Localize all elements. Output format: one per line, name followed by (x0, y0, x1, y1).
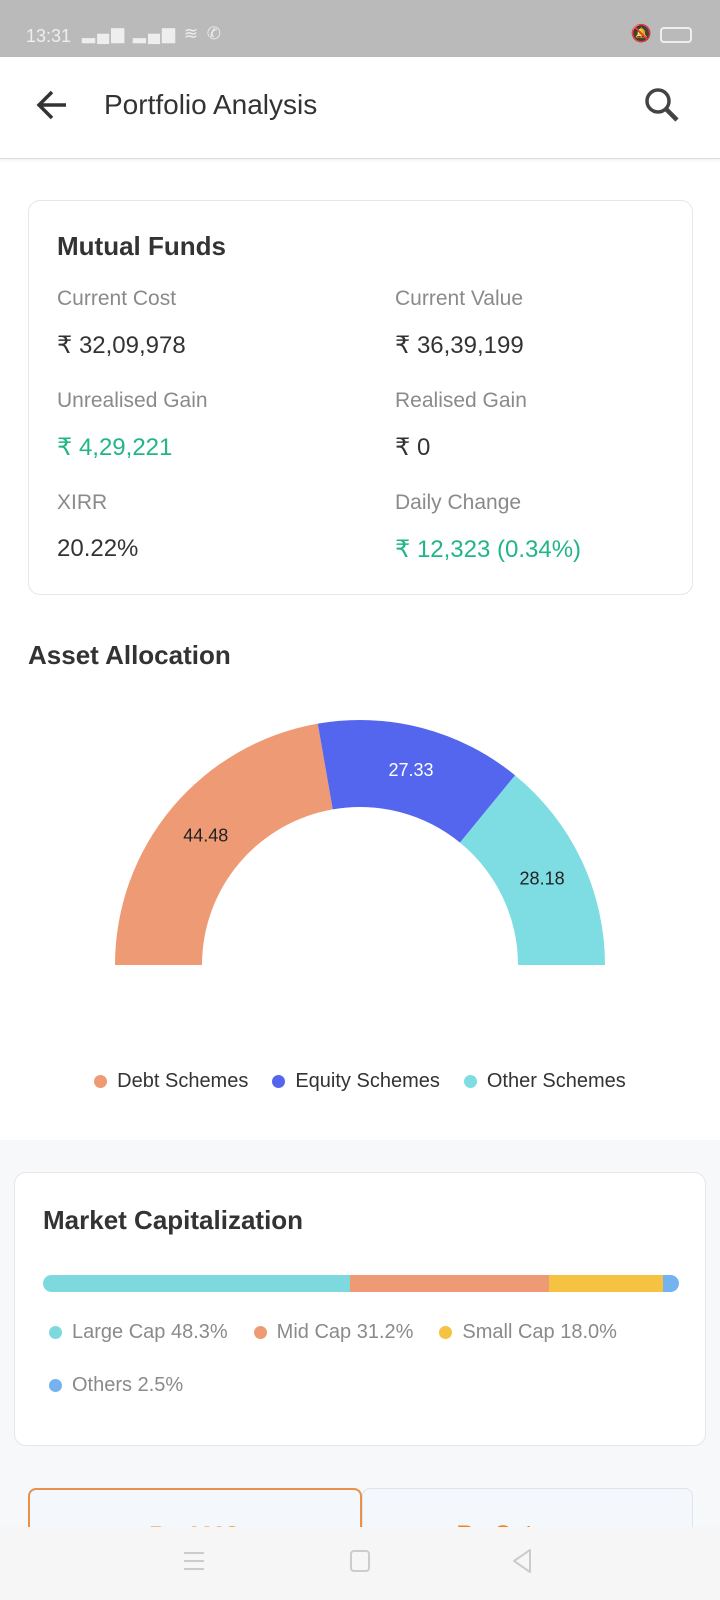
search-icon[interactable] (640, 83, 684, 127)
legend-dot (439, 1326, 453, 1339)
legend-label: Mid Cap 31.2% (276, 1321, 414, 1343)
metric-value: ₹ 4,29,221 (57, 434, 173, 461)
legend-dot (94, 1075, 108, 1088)
market-cap-segment (350, 1275, 549, 1292)
back-icon[interactable] (510, 1547, 534, 1575)
page-title: Portfolio Analysis (104, 89, 318, 120)
legend-label: Equity Schemes (295, 1070, 440, 1092)
legend-item[interactable]: Other Schemes (463, 1070, 626, 1093)
legend-dot (49, 1379, 62, 1392)
card-title: Mutual Funds (57, 231, 226, 261)
battery-icon: 🔕 (631, 24, 692, 44)
legend-label: Other Schemes (486, 1070, 626, 1092)
legend-label: Others 2.5% (72, 1374, 184, 1396)
asset-allocation-title: Asset Allocation (28, 640, 231, 670)
metric-label: Daily Change (395, 491, 522, 514)
legend-item: Small Cap 18.0% (439, 1321, 617, 1344)
legend-item: Others 2.5% (49, 1374, 183, 1397)
app-header: Portfolio Analysis (0, 57, 720, 159)
metric-label: Current Value (395, 287, 524, 310)
card-title: Market Capitalization (43, 1205, 304, 1235)
market-cap-bar (43, 1275, 679, 1292)
legend-dot (272, 1075, 286, 1088)
metric-value: ₹ 32,09,978 (57, 332, 186, 359)
system-nav-bar (0, 1527, 720, 1600)
legend-dot (49, 1326, 62, 1339)
legend-label: Small Cap 18.0% (462, 1321, 617, 1343)
signal-wifi-icons: ▂▄▆ ▂▄▆ ≋ ✆ (82, 24, 224, 43)
metric-label: Current Cost (57, 287, 177, 310)
metric-label: Unrealised Gain (57, 389, 208, 412)
menu-icon[interactable] (182, 1549, 206, 1573)
market-cap-segment (43, 1275, 351, 1292)
metric-value: 20.22% (57, 535, 139, 562)
metric-value: ₹ 36,39,199 (395, 332, 524, 359)
legend-item[interactable]: Equity Schemes (272, 1070, 440, 1093)
legend-label: Debt Schemes (117, 1070, 249, 1092)
market-cap-segment (548, 1275, 664, 1292)
legend-item: Mid Cap 31.2% (253, 1321, 414, 1344)
metric-value: ₹ 12,323 (0.34%) (395, 536, 582, 563)
asset-allocation-legend: Debt Schemes Equity Schemes Other Schemes (0, 1070, 720, 1094)
legend-label: Large Cap 48.3% (72, 1321, 228, 1343)
status-bar: 13:31 ▂▄▆ ▂▄▆ ≋ ✆ 🔕 (0, 0, 720, 57)
slice-label: 27.33 (389, 760, 434, 780)
metric-label: Realised Gain (395, 389, 527, 412)
mutual-funds-card: Mutual Funds Current Cost ₹ 32,09,978 Cur… (28, 200, 693, 595)
slice-label: 28.18 (520, 869, 565, 889)
legend-item: Large Cap 48.3% (49, 1321, 228, 1344)
metric-label: XIRR (57, 491, 108, 514)
metric-value: ₹ 0 (395, 434, 431, 461)
slice-label: 44.48 (183, 825, 228, 845)
market-cap-card: Market Capitalization Large Cap 48.3% Mid… (14, 1172, 706, 1446)
legend-dot (463, 1075, 477, 1088)
legend-dot (253, 1326, 267, 1339)
legend-item[interactable]: Debt Schemes (94, 1070, 248, 1093)
market-cap-legend: Large Cap 48.3% Mid Cap 31.2% Small Cap 18… (49, 1321, 689, 1427)
home-icon[interactable] (349, 1549, 371, 1573)
back-arrow-icon[interactable] (32, 85, 72, 125)
status-time: 13:31 (26, 26, 72, 46)
market-cap-segment (663, 1275, 679, 1292)
asset-allocation-chart: 44.48 27.33 28.18 (115, 720, 605, 965)
